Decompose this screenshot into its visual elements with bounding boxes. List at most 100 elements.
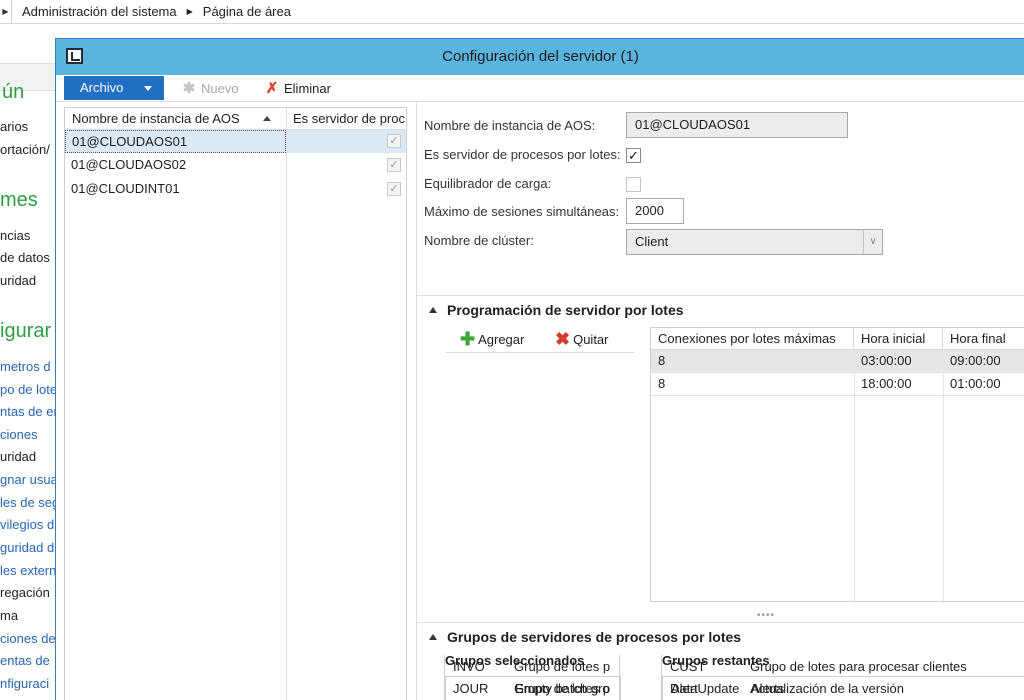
instance-name-cell[interactable]: 01@CLOUDAOS01 <box>65 130 286 153</box>
instance-name-cell[interactable]: 01@CLOUDINT01 <box>65 178 286 201</box>
nav-item[interactable]: de datos <box>0 250 50 265</box>
list-item[interactable]: CUST Grupo de lotes para procesar client… <box>662 657 1024 679</box>
nav-heading-reports: mes <box>0 189 38 211</box>
column-header-max-connections[interactable]: Conexiones por lotes máximas <box>651 328 854 350</box>
breadcrumb-separator-icon: ▶ <box>186 7 193 16</box>
group-description: Grupo de lotes p <box>514 659 611 674</box>
list-item[interactable]: DataUpdate Actualización de la versión <box>662 679 1024 700</box>
list-item[interactable]: INVO Grupo de lotes p <box>445 657 619 679</box>
new-star-icon: ✱ <box>182 80 196 97</box>
collapse-icon[interactable] <box>429 307 437 313</box>
batch-schedule-title: Programación de servidor por lotes <box>447 302 684 318</box>
nav-link[interactable]: guridad d <box>0 540 54 555</box>
group-description: Grupo de lotes p <box>514 681 611 696</box>
nav-link[interactable]: uridad <box>0 449 36 464</box>
end-time-cell[interactable]: 09:00:00 <box>943 350 1001 372</box>
dialog-titlebar[interactable]: Configuración del servidor (1) <box>56 39 1024 75</box>
column-header-batch-server[interactable]: Es servidor de proc <box>293 111 406 126</box>
batch-groups-header[interactable]: Grupos de servidores de procesos por lot… <box>429 629 741 645</box>
background-nav-pane: ún arios ortación/ mes ncias de datos ur… <box>0 25 58 700</box>
add-schedule-button[interactable]: ✚ Agregar <box>460 330 524 348</box>
start-time-cell[interactable]: 03:00:00 <box>854 350 912 372</box>
cluster-name-label: Nombre de clúster: <box>424 233 534 248</box>
column-header-start-time[interactable]: Hora inicial <box>854 328 943 350</box>
group-code: INVO <box>453 659 485 674</box>
breadcrumb-item-area-page[interactable]: Página de área <box>203 4 291 19</box>
batch-server-checkbox[interactable]: ✓ <box>626 148 641 163</box>
dialog-title: Configuración del servidor (1) <box>442 48 639 65</box>
delete-button-label: Eliminar <box>284 81 331 96</box>
table-row[interactable]: 01@CLOUDAOS02 ✓ <box>65 154 406 177</box>
nav-link[interactable]: vilegios d <box>0 517 54 532</box>
batch-server-label: Es servidor de procesos por lotes: <box>424 147 621 162</box>
instance-name-cell[interactable]: 01@CLOUDAOS02 <box>65 154 286 177</box>
column-header-instance-name[interactable]: Nombre de instancia de AOS <box>72 111 240 126</box>
nav-item[interactable]: ortación/ <box>0 142 50 157</box>
remove-schedule-button[interactable]: ✖ Quitar <box>555 330 609 348</box>
batch-groups-title: Grupos de servidores de procesos por lot… <box>447 629 742 645</box>
group-code: JOUR <box>453 681 489 696</box>
delete-button[interactable]: ✗ Eliminar <box>263 79 331 99</box>
nav-item[interactable]: arios <box>0 119 28 134</box>
details-pane: Nombre de instancia de AOS: 01@CLOUDAOS0… <box>416 102 1024 700</box>
nav-link[interactable]: gnar usua <box>0 472 58 487</box>
column-header-end-time[interactable]: Hora final <box>943 328 1024 350</box>
table-row[interactable]: 8 03:00:00 09:00:00 <box>651 350 1024 373</box>
nav-link[interactable]: les de seg <box>0 495 58 510</box>
nav-link[interactable]: les extern <box>0 563 56 578</box>
remove-x-icon: ✖ <box>555 329 571 349</box>
nav-link[interactable]: metros d <box>0 359 51 374</box>
remove-button-label: Quitar <box>573 331 609 347</box>
end-time-cell[interactable]: 01:00:00 <box>943 373 1001 395</box>
breadcrumb-item-system-admin[interactable]: Administración del sistema <box>22 4 177 19</box>
nav-arrow-icon[interactable]: ▶ <box>0 0 12 24</box>
table-row[interactable]: 01@CLOUDAOS01 ✓ <box>65 130 406 153</box>
batch-schedule-header[interactable]: Programación de servidor por lotes <box>429 302 684 318</box>
add-plus-icon: ✚ <box>460 329 476 349</box>
chevron-down-icon[interactable]: ∨ <box>863 230 882 254</box>
chevron-down-icon <box>144 86 152 91</box>
nav-item[interactable]: uridad <box>0 273 36 288</box>
load-balancer-checkbox[interactable] <box>626 177 641 192</box>
nav-link[interactable]: ciones <box>0 427 38 442</box>
table-row[interactable]: 8 18:00:00 01:00:00 <box>651 373 1024 396</box>
aos-instance-field[interactable]: 01@CLOUDAOS01 <box>626 112 848 138</box>
nav-link[interactable]: nfiguraci <box>0 676 49 691</box>
max-connections-cell[interactable]: 8 <box>651 373 665 395</box>
file-menu-button[interactable]: Archivo <box>64 76 164 100</box>
cluster-name-value: Client <box>635 234 669 249</box>
dialog-toolbar: Archivo ✱ Nuevo ✗ Eliminar <box>56 75 1024 102</box>
table-row[interactable]: 01@CLOUDINT01 ✓ <box>65 178 406 201</box>
new-button-label: Nuevo <box>201 81 239 96</box>
nav-link[interactable]: entas de <box>0 653 50 668</box>
batch-server-checkbox[interactable]: ✓ <box>387 182 401 196</box>
batch-schedule-section: Programación de servidor por lotes ✚ Agr… <box>417 295 1024 622</box>
add-button-label: Agregar <box>478 331 525 347</box>
sort-ascending-icon <box>263 116 271 121</box>
nav-link[interactable]: ntas de er <box>0 404 58 419</box>
splitter-grip-icon[interactable]: •••• <box>757 610 775 621</box>
nav-link[interactable]: po de lote <box>0 382 57 397</box>
schedule-toolbar: ✚ Agregar ✖ Quitar <box>445 327 635 353</box>
grid-header: Nombre de instancia de AOS Es servidor d… <box>65 108 406 700</box>
nav-link[interactable]: regación <box>0 585 50 600</box>
nav-link[interactable]: ciones de <box>0 631 56 646</box>
group-description: Actualización de la versión <box>750 681 904 696</box>
batch-server-checkbox[interactable]: ✓ <box>387 134 401 148</box>
max-connections-cell[interactable]: 8 <box>651 350 665 372</box>
max-sessions-input[interactable]: 2000 <box>626 198 684 224</box>
load-balancer-label: Equilibrador de carga: <box>424 176 552 191</box>
server-config-dialog: Configuración del servidor (1) Archivo ✱… <box>55 38 1024 700</box>
batch-server-checkbox[interactable]: ✓ <box>387 158 401 172</box>
collapse-icon[interactable] <box>429 634 437 640</box>
new-button[interactable]: ✱ Nuevo <box>180 79 239 99</box>
aos-instance-label: Nombre de instancia de AOS: <box>424 118 596 133</box>
list-item[interactable]: JOUR Grupo de lotes p <box>445 679 619 700</box>
nav-heading-common: ún <box>2 81 25 103</box>
nav-link[interactable]: ma <box>0 608 18 623</box>
nav-item[interactable]: ncias <box>0 228 30 243</box>
max-sessions-label: Máximo de sesiones simultáneas: <box>424 204 620 219</box>
start-time-cell[interactable]: 18:00:00 <box>854 373 912 395</box>
group-description: Grupo de lotes para procesar clientes <box>750 659 967 674</box>
cluster-name-select[interactable]: Client ∨ <box>626 229 883 255</box>
